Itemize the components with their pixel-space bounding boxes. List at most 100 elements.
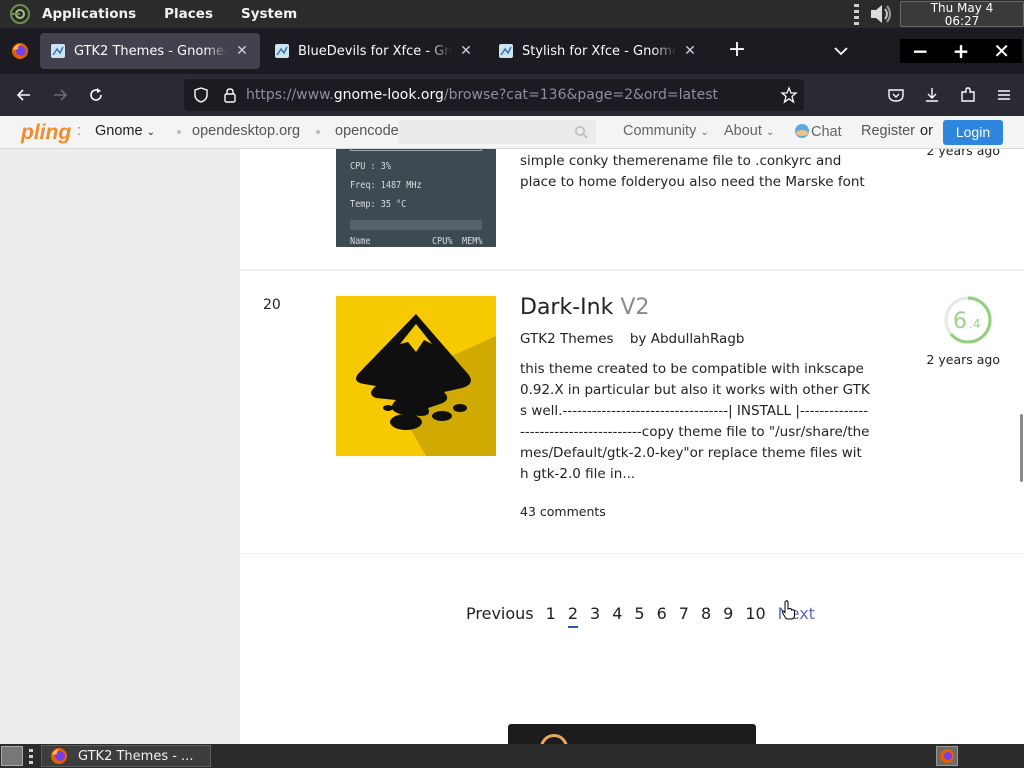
tab-close-icon[interactable]: ✕: [234, 43, 250, 59]
back-button[interactable]: [6, 79, 42, 111]
clock-date: Thu May 4: [930, 1, 994, 15]
inkscape-logo-icon: [356, 314, 496, 456]
downloads-button[interactable]: [918, 79, 946, 111]
tab-gtk2-themes[interactable]: GTK2 Themes - Gnome-look ✕: [40, 33, 260, 69]
taskbar-window-title: GTK2 Themes - ...: [78, 748, 194, 764]
tab-title: Stylish for Xfce - Gnome-look: [522, 43, 676, 59]
tab-title: GTK2 Themes - Gnome-look: [74, 43, 228, 59]
score-ring-icon: 6 .4: [944, 296, 992, 344]
pagination-previous[interactable]: Previous: [466, 604, 534, 628]
pocket-icon: [888, 89, 904, 102]
link-opendesktop[interactable]: opendesktop.org: [192, 123, 300, 139]
panel-handle[interactable]: [854, 3, 862, 25]
new-tab-button[interactable]: +: [722, 36, 752, 66]
list-all-tabs-chevron-icon[interactable]: [826, 36, 856, 66]
menu-applications[interactable]: Applications: [42, 6, 136, 22]
separator-dot: [177, 130, 181, 134]
bookmark-star-icon[interactable]: [780, 86, 798, 104]
close-button[interactable]: ✕: [987, 40, 1017, 62]
maximize-button[interactable]: +: [946, 40, 976, 62]
page-scrollbar[interactable]: [1020, 414, 1023, 482]
top-panel: Applications Places System Thu May 4 06:…: [0, 0, 1024, 28]
product-author[interactable]: by AbdullahRagb: [630, 331, 745, 347]
product-comments[interactable]: 43 comments: [520, 504, 606, 519]
chat-label: Chat: [811, 124, 842, 140]
page-content: CPU : 3% Freq: 1487 MHz Temp: 35 °C Name…: [0, 149, 1024, 744]
link-chat[interactable]: Chat: [793, 123, 842, 140]
pagination-page[interactable]: 9: [723, 604, 733, 628]
product-time: 2 years ago: [926, 149, 1000, 158]
thumb-line: Name: [350, 236, 371, 247]
firefox-launcher-icon[interactable]: [936, 746, 958, 766]
back-arrow-icon: [16, 89, 30, 101]
brand-separator: :: [77, 123, 82, 139]
product-thumbnail-conky[interactable]: CPU : 3% Freq: 1487 MHz Temp: 35 °C Name…: [336, 149, 496, 247]
firefox-view-button[interactable]: [0, 28, 40, 74]
pagination-page[interactable]: 3: [590, 604, 600, 628]
pling-logo[interactable]: pling: [20, 119, 72, 145]
pagination-page[interactable]: 4: [612, 604, 622, 628]
thumb-line: CPU%: [432, 236, 453, 247]
thumb-line: MEM%: [462, 236, 483, 247]
about-label: About: [724, 123, 762, 139]
brand-dropdown[interactable]: Gnome ⌄: [95, 123, 155, 139]
or-text: or: [920, 123, 933, 139]
url-path: /browse?cat=136&page=2&ord=latest: [443, 87, 718, 103]
score-minor: .4: [969, 317, 980, 331]
score-major: 6: [953, 309, 967, 334]
pocket-button[interactable]: [882, 79, 910, 111]
pagination-page[interactable]: 1: [546, 604, 556, 628]
community-label: Community: [623, 123, 697, 139]
row-divider: [240, 269, 1024, 271]
tracking-protection-shield-icon[interactable]: [192, 86, 210, 104]
product-thumbnail-dark-ink[interactable]: [336, 296, 496, 456]
menu-places[interactable]: Places: [164, 6, 213, 22]
pagination-page[interactable]: 6: [657, 604, 667, 628]
product-category[interactable]: GTK2 Themes: [520, 331, 614, 347]
product-meta: GTK2 Themes by AbdullahRagb: [520, 331, 756, 347]
link-about[interactable]: About ⌄: [724, 123, 774, 139]
tab-close-icon[interactable]: ✕: [458, 43, 474, 59]
search-icon[interactable]: [574, 125, 588, 139]
reload-button[interactable]: [78, 79, 114, 111]
thumb-line: Temp: 35 °C: [350, 199, 407, 210]
taskbar-window-firefox[interactable]: GTK2 Themes - ...: [41, 745, 211, 767]
pagination-page[interactable]: 10: [745, 604, 765, 628]
link-opencode[interactable]: opencode: [335, 123, 399, 139]
toolbar-right: [882, 79, 1018, 111]
tab-stylish[interactable]: Stylish for Xfce - Gnome-look ✕: [488, 33, 708, 69]
url-host: gnome-look.org: [333, 87, 444, 103]
window-controls: − + ✕: [900, 39, 1022, 63]
tab-close-icon[interactable]: ✕: [682, 43, 698, 59]
panel-tray: Thu May 4 06:27: [854, 0, 1024, 28]
thumb-line: Freq: 1487 MHz: [350, 180, 422, 191]
clock[interactable]: Thu May 4 06:27: [900, 1, 1024, 27]
tab-bluedevils[interactable]: BlueDevils for Xfce - Gnome-look ✕: [264, 33, 484, 69]
login-button[interactable]: Login: [943, 120, 1003, 145]
taskbar-handle[interactable]: [29, 748, 35, 764]
pagination-page-current[interactable]: 2: [567, 604, 578, 628]
link-community[interactable]: Community ⌄: [623, 123, 709, 139]
pagination-page[interactable]: 5: [634, 604, 644, 628]
pagination: Previous 1 2 3 4 5 6 7 8 9 10 Next: [466, 604, 827, 628]
menu-system[interactable]: System: [241, 6, 297, 22]
menu-button[interactable]: [990, 79, 1018, 111]
pagination-page[interactable]: 7: [679, 604, 689, 628]
site-search-input[interactable]: [398, 120, 596, 144]
lock-icon[interactable]: [222, 87, 238, 103]
show-desktop-button[interactable]: [1, 746, 23, 766]
product-title[interactable]: Dark-Ink V2: [520, 295, 649, 320]
extensions-button[interactable]: [954, 79, 982, 111]
minimize-button[interactable]: −: [905, 40, 935, 62]
forward-button[interactable]: [42, 79, 78, 111]
pagination-page[interactable]: 8: [701, 604, 711, 628]
hamburger-menu-icon: [998, 90, 1010, 100]
link-register[interactable]: Register: [861, 123, 915, 139]
left-sidebar: [0, 149, 240, 744]
volume-icon[interactable]: [868, 1, 894, 27]
distro-logo-icon[interactable]: [8, 2, 32, 26]
url-bar[interactable]: https://www.gnome-look.org/browse?cat=13…: [184, 79, 804, 111]
product-description: this theme created to be compatible with…: [520, 361, 870, 482]
product-version: V2: [620, 295, 650, 320]
brand-label: Gnome: [95, 123, 143, 139]
